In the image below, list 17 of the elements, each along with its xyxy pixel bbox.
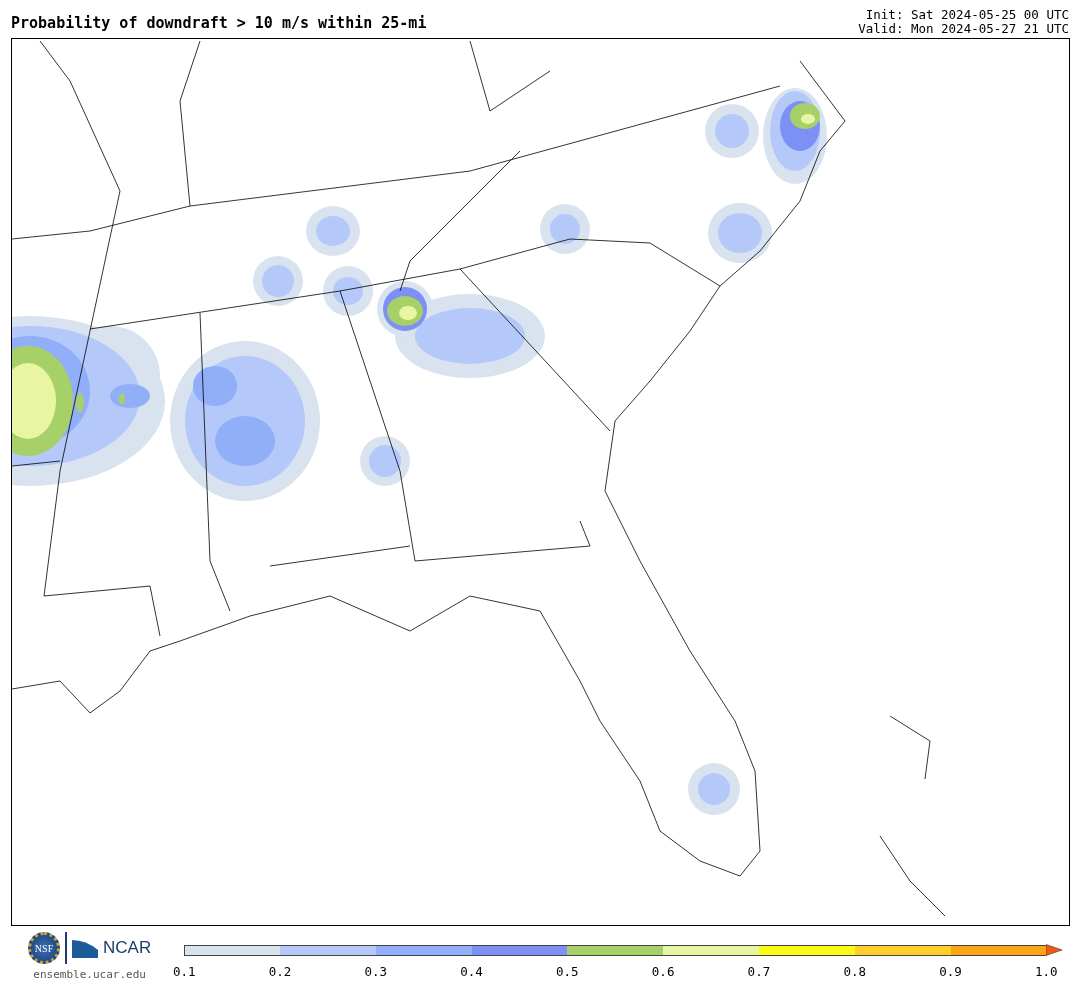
chart-title: Probability of downdraft > 10 m/s within 25-mi	[11, 14, 427, 34]
colorbar-tick-label: 1.0	[1034, 964, 1058, 979]
nsf-logo: NSF	[28, 932, 61, 964]
colorbar-tick-label: 0.7	[747, 964, 771, 979]
ncar-logo: NCAR	[103, 938, 152, 958]
colorbar-tick-label: 0.5	[556, 964, 579, 979]
colorbar-tick-label: 0.9	[939, 964, 962, 979]
valid-time: Valid: Mon 2024-05-27 21 UTC	[858, 22, 1069, 36]
colorbar-tick-label: 0.1	[172, 964, 196, 979]
site-url: ensemble.ucar.edu	[33, 968, 146, 981]
colorbar-tick-label: 0.3	[364, 964, 388, 979]
colorbar-tick-label: 0.6	[651, 964, 675, 979]
colorbar-tick-label: 0.8	[843, 964, 866, 979]
colorbar-tick-label: 0.4	[460, 964, 483, 979]
init-time: Init: Sat 2024-05-25 00 UTC	[865, 8, 1069, 22]
swoosh-icon	[72, 938, 99, 958]
colorbar-tick-label: 0.2	[268, 964, 292, 979]
